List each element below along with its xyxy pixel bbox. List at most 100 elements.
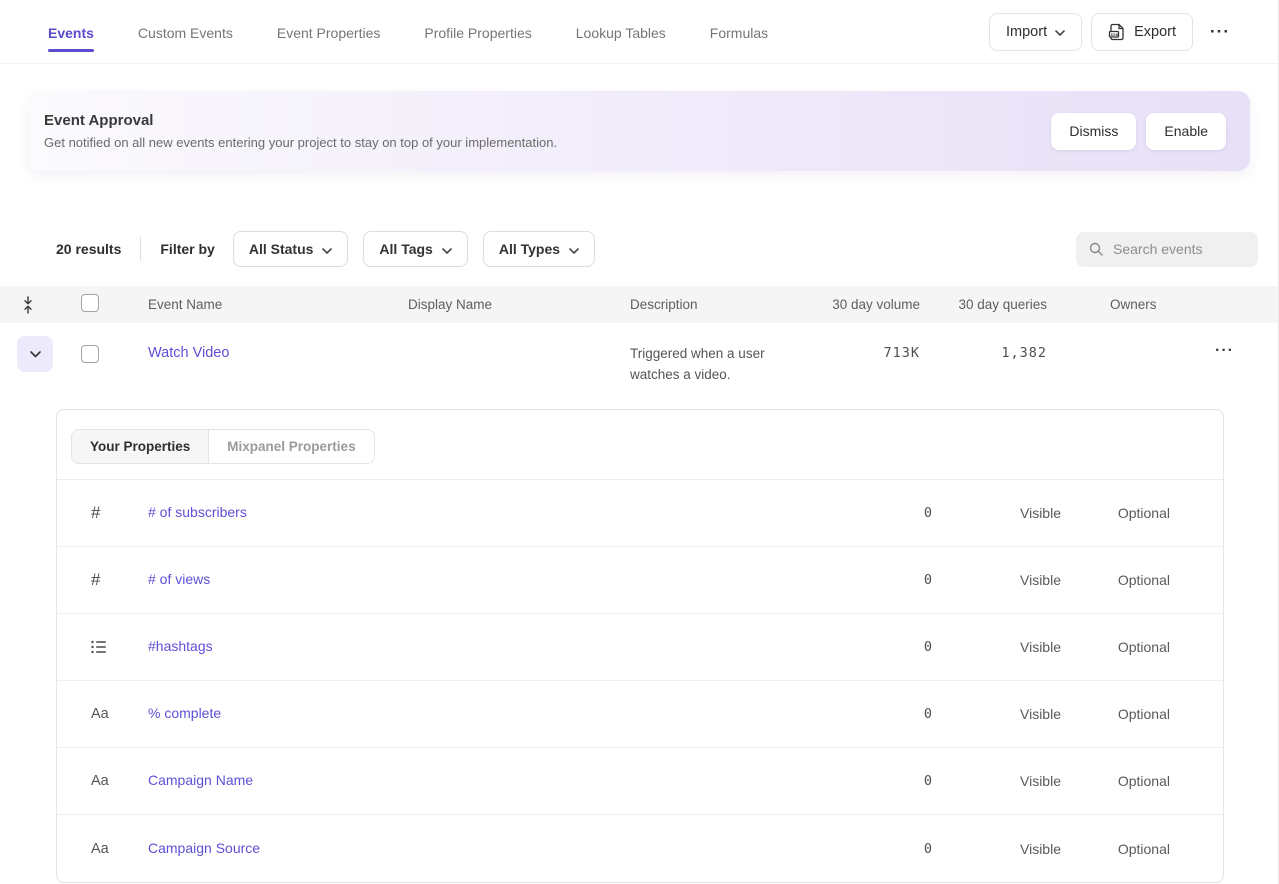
event-properties-panel: Your Properties Mixpanel Properties # # …: [56, 409, 1224, 883]
filter-bar: 20 results Filter by All Status All Tags…: [56, 231, 1258, 267]
all-tags-dropdown[interactable]: All Tags: [363, 231, 467, 267]
enable-button[interactable]: Enable: [1146, 113, 1226, 150]
property-row: #hashtags 0 Visible Optional: [57, 614, 1223, 681]
property-row: # # of subscribers 0 Visible Optional: [57, 480, 1223, 547]
collapse-all-button[interactable]: [0, 296, 56, 314]
property-requirement: Optional: [1061, 841, 1170, 857]
property-requirement: Optional: [1061, 706, 1170, 722]
property-count: 0: [742, 773, 932, 789]
row-more-button[interactable]: ···: [1047, 342, 1278, 360]
property-row: Aa Campaign Name 0 Visible Optional: [57, 748, 1223, 815]
chevron-down-icon: [569, 241, 579, 257]
chevron-down-icon: [30, 351, 41, 358]
property-link[interactable]: #hashtags: [148, 638, 213, 654]
export-button[interactable]: csv Export: [1091, 13, 1193, 51]
import-button[interactable]: Import: [989, 13, 1082, 51]
table-header: Event Name Display Name Description 30 d…: [0, 286, 1278, 323]
tab-lookup-tables[interactable]: Lookup Tables: [576, 3, 666, 60]
banner-actions: Dismiss Enable: [1051, 113, 1250, 150]
property-row: # # of views 0 Visible Optional: [57, 547, 1223, 614]
number-type-icon: #: [91, 570, 148, 590]
property-visibility: Visible: [932, 639, 1061, 655]
all-tags-label: All Tags: [379, 241, 432, 257]
tab-mixpanel-properties[interactable]: Mixpanel Properties: [209, 430, 373, 463]
property-requirement: Optional: [1061, 773, 1170, 789]
col-description: Description: [630, 297, 790, 312]
all-types-dropdown[interactable]: All Types: [483, 231, 595, 267]
list-type-icon: [91, 640, 148, 654]
property-visibility: Visible: [932, 706, 1061, 722]
banner-description: Get notified on all new events entering …: [44, 135, 557, 150]
tab-your-properties[interactable]: Your Properties: [72, 430, 209, 463]
properties-tabgroup: Your Properties Mixpanel Properties: [71, 429, 375, 464]
dismiss-button[interactable]: Dismiss: [1051, 113, 1136, 150]
tab-event-properties[interactable]: Event Properties: [277, 3, 381, 60]
top-navigation: Events Custom Events Event Properties Pr…: [0, 0, 1278, 64]
tab-profile-properties[interactable]: Profile Properties: [424, 3, 531, 60]
search-icon: [1088, 241, 1104, 257]
ellipsis-icon: ···: [1210, 22, 1230, 42]
col-30-day-volume: 30 day volume: [790, 297, 920, 312]
chevron-down-icon: [322, 241, 332, 257]
search-box[interactable]: [1076, 232, 1258, 267]
col-display-name: Display Name: [408, 297, 630, 312]
property-link[interactable]: % complete: [148, 705, 221, 721]
queries-cell: 1,382: [920, 345, 1047, 361]
volume-cell: 713K: [790, 345, 920, 361]
filter-by-label: Filter by: [160, 241, 214, 257]
property-link[interactable]: # of subscribers: [148, 504, 247, 520]
event-name-link[interactable]: Watch Video: [148, 345, 229, 361]
tab-formulas[interactable]: Formulas: [710, 3, 768, 60]
chevron-down-icon: [442, 241, 452, 257]
tab-custom-events[interactable]: Custom Events: [138, 3, 233, 60]
lexicon-events-page: { "nav": { "tabs": [ { "label": "Events"…: [0, 0, 1279, 884]
csv-file-icon: csv: [1108, 23, 1126, 41]
text-type-icon: Aa: [91, 841, 148, 857]
property-count: 0: [742, 572, 932, 588]
property-visibility: Visible: [932, 841, 1061, 857]
text-type-icon: Aa: [91, 773, 148, 789]
property-row: Aa Campaign Source 0 Visible Optional: [57, 815, 1223, 882]
property-count: 0: [742, 639, 932, 655]
text-type-icon: Aa: [91, 706, 148, 722]
svg-text:csv: csv: [1111, 31, 1119, 36]
all-types-label: All Types: [499, 241, 560, 257]
ellipsis-icon: ···: [1215, 342, 1234, 359]
property-link[interactable]: # of views: [148, 571, 210, 587]
property-row: Aa % complete 0 Visible Optional: [57, 681, 1223, 748]
event-approval-banner: Event Approval Get notified on all new e…: [28, 91, 1250, 171]
chevron-down-icon: [1055, 24, 1065, 40]
row-checkbox[interactable]: [81, 345, 99, 363]
search-input[interactable]: [1113, 241, 1243, 257]
property-visibility: Visible: [932, 773, 1061, 789]
all-status-dropdown[interactable]: All Status: [233, 231, 349, 267]
property-visibility: Visible: [932, 505, 1061, 521]
nav-actions: Import csv Export ···: [989, 13, 1278, 51]
panel-header: Your Properties Mixpanel Properties: [57, 410, 1223, 480]
all-status-label: All Status: [249, 241, 314, 257]
col-owners: Owners: [1047, 297, 1278, 312]
export-button-label: Export: [1134, 24, 1176, 40]
col-event-name: Event Name: [148, 297, 408, 312]
banner-title: Event Approval: [44, 112, 557, 129]
nav-tabs: Events Custom Events Event Properties Pr…: [0, 3, 768, 60]
collapse-rows-icon: [22, 296, 34, 314]
property-requirement: Optional: [1061, 505, 1170, 521]
select-all-checkbox[interactable]: [81, 294, 99, 312]
import-button-label: Import: [1006, 24, 1047, 40]
divider: [140, 237, 141, 261]
table-row: Watch Video Triggered when a user watche…: [0, 323, 1278, 400]
results-count: 20 results: [56, 241, 121, 257]
property-link[interactable]: Campaign Source: [148, 840, 260, 856]
property-requirement: Optional: [1061, 572, 1170, 588]
property-count: 0: [742, 841, 932, 857]
collapse-row-button[interactable]: [17, 336, 53, 372]
property-requirement: Optional: [1061, 639, 1170, 655]
col-30-day-queries: 30 day queries: [920, 297, 1047, 312]
property-count: 0: [742, 706, 932, 722]
more-options-button[interactable]: ···: [1202, 13, 1238, 51]
property-link[interactable]: Campaign Name: [148, 772, 253, 788]
tab-events[interactable]: Events: [48, 3, 94, 60]
description-cell: Triggered when a user watches a video.: [630, 343, 790, 386]
number-type-icon: #: [91, 503, 148, 523]
